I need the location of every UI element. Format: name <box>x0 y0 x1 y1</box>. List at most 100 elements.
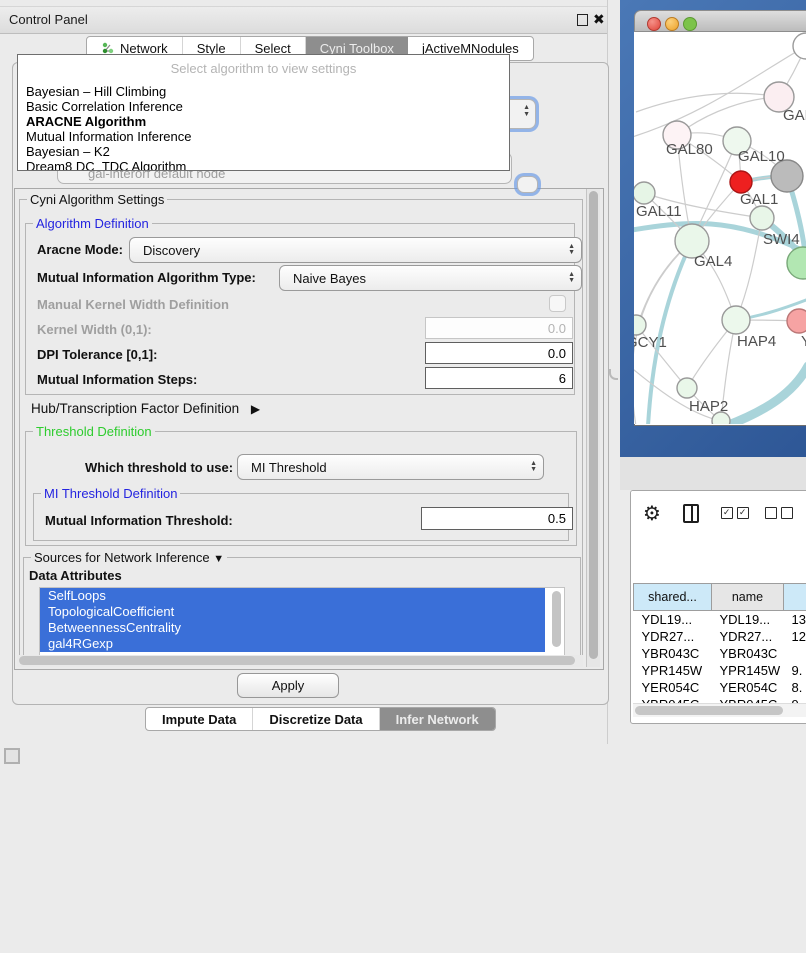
dpi-tolerance-field[interactable]: 0.0 <box>425 342 573 364</box>
combo-arrows-icon: ▲▼ <box>568 238 575 262</box>
node-label: SWI4 <box>763 231 800 248</box>
table-horizontal-scrollbar[interactable] <box>633 703 806 717</box>
node-label: GAL10 <box>738 148 785 165</box>
table-cell[interactable]: 8. <box>784 679 806 696</box>
obscured-spinner-fragment[interactable] <box>517 176 538 193</box>
algorithm-option[interactable]: Bayesian – K2 <box>18 144 509 159</box>
kernel-width-field[interactable]: 0.0 <box>425 317 573 339</box>
mi-type-combobox[interactable]: Naive Bayes ▲▼ <box>279 265 582 291</box>
algorithm-option[interactable]: Basic Correlation Inference <box>18 99 509 114</box>
algorithm-option[interactable]: Bayesian – Hill Climbing <box>18 84 509 99</box>
mi-threshold-value: 0.5 <box>548 511 566 526</box>
data-attributes-label: Data Attributes <box>29 568 122 583</box>
network-node[interactable] <box>634 182 655 204</box>
combo-arrows-icon: ▲▼ <box>530 455 537 479</box>
settings-group-title: Cyni Algorithm Settings <box>27 192 167 207</box>
control-panel-title: Control Panel <box>9 12 88 27</box>
manual-kernel-label: Manual Kernel Width Definition <box>37 297 229 312</box>
manual-kernel-checkbox[interactable] <box>549 295 566 312</box>
network-node[interactable] <box>730 171 752 193</box>
settings-horizontal-scrollbar[interactable] <box>17 655 583 667</box>
table-cell[interactable]: YBR045C <box>634 696 712 703</box>
table-cell[interactable]: 13 <box>784 611 806 629</box>
kernel-width-value: 0.0 <box>548 321 566 336</box>
table-cell[interactable]: YBR043C <box>634 645 712 662</box>
table-cell[interactable]: 9. <box>784 696 806 703</box>
table-cell[interactable]: YDL19... <box>712 611 784 629</box>
control-panel-titlebar: Control Panel ✖ <box>0 6 607 34</box>
attribute-item-selected[interactable]: TopologicalCoefficient <box>40 604 545 620</box>
table-cell[interactable]: 9. <box>784 662 806 679</box>
table-cell[interactable] <box>784 645 806 662</box>
table-row[interactable]: YDR27...YDR27...12 <box>634 628 806 645</box>
hub-definition-label: Hub/Transcription Factor Definition <box>31 401 239 416</box>
algorithm-dropdown-placeholder: Select algorithm to view settings <box>18 61 509 76</box>
columns-icon[interactable] <box>683 504 699 523</box>
splitpane-handle[interactable] <box>609 369 618 380</box>
close-traffic-light-icon[interactable] <box>647 17 661 31</box>
table-cell[interactable]: YBR043C <box>712 645 784 662</box>
table-cell[interactable]: YPR145W <box>634 662 712 679</box>
attribute-item-selected[interactable]: SelfLoops <box>40 588 545 604</box>
network-node[interactable] <box>634 315 646 335</box>
settings-vertical-scrollbar[interactable] <box>586 189 600 667</box>
close-icon[interactable]: ✖ <box>593 11 605 28</box>
minimize-traffic-light-icon[interactable] <box>665 17 679 31</box>
mi-type-value: Naive Bayes <box>293 271 366 286</box>
table-cell[interactable]: YDL19... <box>634 611 712 629</box>
table-row[interactable]: YPR145WYPR145W9. <box>634 662 806 679</box>
algorithm-option[interactable]: Dream8 DC_TDC Algorithm <box>18 159 509 171</box>
table-cell[interactable]: 12 <box>784 628 806 645</box>
network-node[interactable] <box>793 33 806 59</box>
deselect-all-columns-icon[interactable] <box>765 507 797 519</box>
sources-group-title[interactable]: Sources for Network Inference ▼ <box>31 550 227 565</box>
zoom-traffic-light-icon[interactable] <box>683 17 697 31</box>
algorithm-option[interactable]: ARACNE Algorithm <box>18 114 509 129</box>
network-canvas[interactable]: GALGAL80GAL10GAL1GAL11SWI4GAL4GCY1HAP4YH… <box>634 32 806 424</box>
float-window-icon[interactable] <box>577 14 588 26</box>
table-cell[interactable]: YDR27... <box>634 628 712 645</box>
kernel-width-label: Kernel Width (0,1): <box>37 322 152 337</box>
network-node[interactable] <box>787 309 806 333</box>
node-attribute-table[interactable]: shared...nameA YDL19...YDL19...13YDR27..… <box>633 583 806 703</box>
network-node[interactable] <box>787 247 806 279</box>
expander-right-arrow-icon: ▶ <box>251 402 260 416</box>
table-row[interactable]: YBR043CYBR043C <box>634 645 806 662</box>
table-row[interactable]: YDL19...YDL19...13 <box>634 611 806 629</box>
mi-threshold-group-title: MI Threshold Definition <box>41 486 180 501</box>
hub-definition-expander[interactable]: Hub/Transcription Factor Definition ▶ <box>31 401 260 416</box>
network-node[interactable] <box>750 206 774 230</box>
column-header-3[interactable]: A <box>784 584 806 611</box>
attribute-item-selected[interactable]: BetweennessCentrality <box>40 620 545 636</box>
node-label: GAL11 <box>636 203 682 220</box>
table-cell[interactable]: YDR27... <box>712 628 784 645</box>
attributes-list-scrollbar[interactable] <box>552 591 561 647</box>
combo-arrows-icon: ▲▼ <box>568 266 575 290</box>
column-header-1[interactable]: shared... <box>634 584 712 611</box>
node-label: GAL4 <box>694 253 732 270</box>
which-threshold-combobox[interactable]: MI Threshold ▲▼ <box>237 454 544 480</box>
table-row[interactable]: YER054CYER054C8. <box>634 679 806 696</box>
network-node[interactable] <box>722 306 750 334</box>
column-header-2[interactable]: name <box>712 584 784 611</box>
apply-button[interactable]: Apply <box>237 673 339 698</box>
table-cell[interactable]: YER054C <box>634 679 712 696</box>
network-node[interactable] <box>677 378 697 398</box>
tab-impute-data[interactable]: Impute Data <box>146 708 253 730</box>
gear-icon[interactable]: ⚙ <box>643 501 661 526</box>
data-attributes-list[interactable]: SelfLoopsTopologicalCoefficientBetweenne… <box>39 587 565 657</box>
aracne-mode-combobox[interactable]: Discovery ▲▼ <box>129 237 582 263</box>
table-cell[interactable]: YER054C <box>712 679 784 696</box>
mi-threshold-field[interactable]: 0.5 <box>421 507 573 530</box>
table-row[interactable]: YBR045CYBR045C9. <box>634 696 806 703</box>
attribute-item-selected[interactable]: gal4RGexp <box>40 636 545 652</box>
table-cell[interactable]: YPR145W <box>712 662 784 679</box>
node-label: GAL <box>783 107 806 124</box>
select-all-columns-icon[interactable]: ✓✓ <box>721 507 753 519</box>
mi-steps-field[interactable]: 6 <box>425 367 573 389</box>
aracne-mode-value: Discovery <box>143 243 200 258</box>
tab-discretize-data[interactable]: Discretize Data <box>253 708 379 730</box>
table-cell[interactable]: YBR045C <box>712 696 784 703</box>
tab-infer-network[interactable]: Infer Network <box>380 708 495 730</box>
algorithm-option[interactable]: Mutual Information Inference <box>18 129 509 144</box>
